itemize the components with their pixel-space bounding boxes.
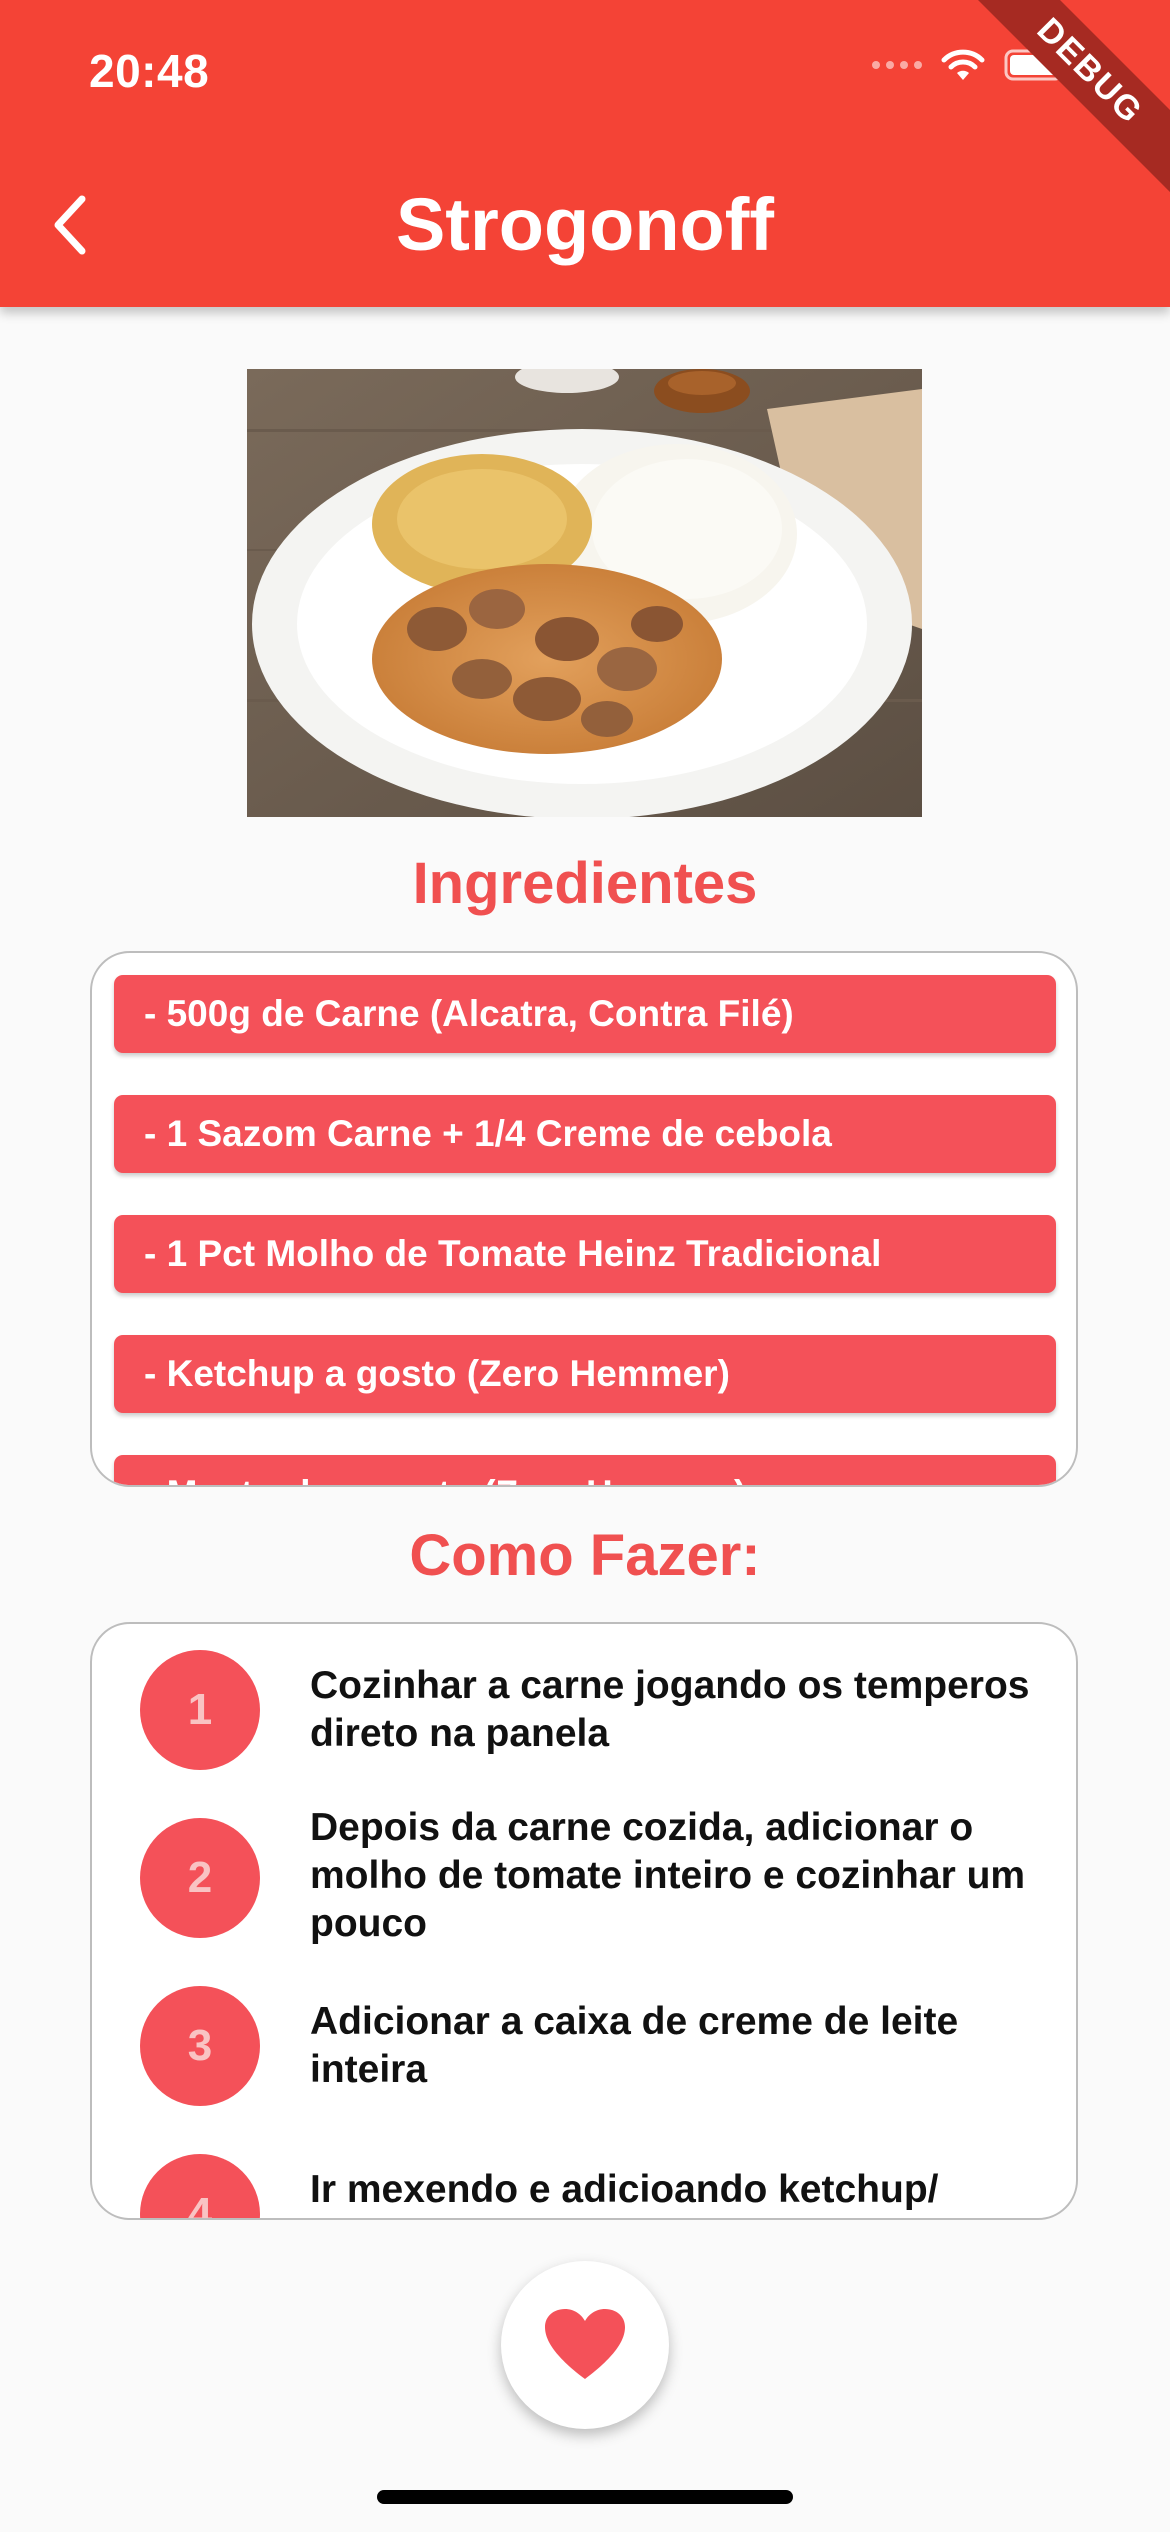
ingredient-item: - Mostarda a gosto (Zero Hemmer) bbox=[114, 1455, 1056, 1485]
step-number: 1 bbox=[140, 1650, 260, 1770]
how-to-title: Como Fazer: bbox=[409, 1523, 761, 1588]
step-number: 4 bbox=[140, 2154, 260, 2218]
step-number: 2 bbox=[140, 1818, 260, 1938]
step-text: Ir mexendo e adicioando ketchup/ bbox=[310, 2168, 939, 2211]
debug-banner: DEBUG bbox=[963, 0, 1170, 198]
ingredient-item: - 500g de Carne (Alcatra, Contra Filé) bbox=[114, 975, 1056, 1053]
dish-image bbox=[247, 369, 922, 817]
step-text: Cozinhar a carne jogando os temperos dir… bbox=[310, 1664, 1030, 1755]
home-indicator bbox=[377, 2490, 793, 2504]
ingredient-item: - 1 Pct Molho de Tomate Heinz Tradiciona… bbox=[114, 1215, 1056, 1293]
steps-list[interactable]: 1 Cozinhar a carne jogando os temperos d… bbox=[90, 1622, 1078, 2220]
cellular-signal-icon bbox=[872, 61, 922, 69]
step-text: Adicionar a caixa de creme de leite inte… bbox=[310, 2000, 959, 2091]
step-number: 3 bbox=[140, 1986, 260, 2106]
heart-icon bbox=[545, 2309, 625, 2379]
ingredient-item: - 1 Sazom Carne + 1/4 Creme de cebola bbox=[114, 1095, 1056, 1173]
ingredients-title: Ingredientes bbox=[412, 851, 758, 916]
ingredients-list[interactable]: - 500g de Carne (Alcatra, Contra Filé) -… bbox=[90, 951, 1078, 1487]
app-bar: 20:48 DEBUG Strogonoff bbox=[0, 0, 1170, 307]
wifi-icon bbox=[941, 49, 985, 80]
ingredient-item: - Ketchup a gosto (Zero Hemmer) bbox=[114, 1335, 1056, 1413]
page-title: Strogonoff bbox=[395, 183, 775, 266]
favorite-button[interactable] bbox=[501, 2261, 669, 2429]
step-text: Depois da carne cozida, adicionar o molh… bbox=[310, 1806, 1026, 1945]
status-time: 20:48 bbox=[89, 45, 210, 97]
